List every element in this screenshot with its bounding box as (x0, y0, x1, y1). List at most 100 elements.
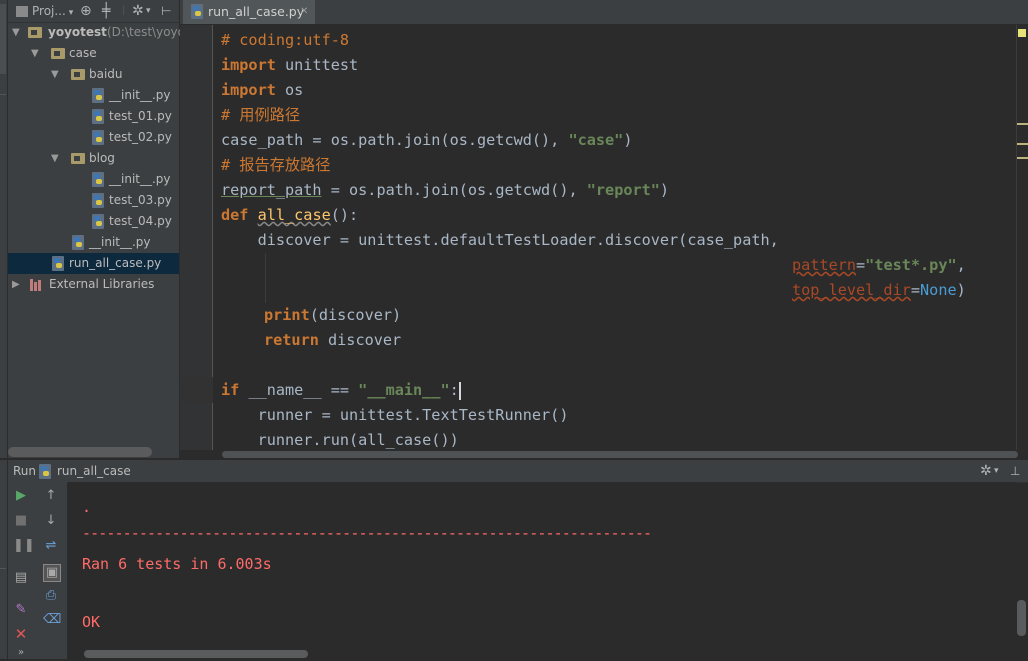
code-line-15: runner = unittest.TextTestRunner() (221, 406, 569, 424)
tree-file-run-all-case[interactable]: run_all_case.py (8, 253, 179, 274)
none-literal: None (920, 281, 957, 299)
tab-run-all-case[interactable]: run_all_case.py ✕ (183, 0, 315, 24)
clear-all-icon[interactable]: ⌫ (43, 612, 61, 628)
error-stripe[interactable] (1016, 25, 1028, 450)
console-horizontal-scrollbar[interactable] (84, 650, 308, 658)
print-icon[interactable]: ⎙ (43, 588, 59, 604)
tree-folder-baidu[interactable]: ▼ baidu (8, 64, 179, 85)
code-line-16: runner.run(all_case()) (221, 431, 459, 449)
tree-file-test04[interactable]: test_04.py (8, 211, 179, 232)
gear-dropdown-icon[interactable]: ▾ (146, 3, 151, 19)
tree-file-test03[interactable]: test_03.py (8, 190, 179, 211)
favorites-tool-tab[interactable] (0, 568, 6, 649)
tree-file-baidu-init[interactable]: __init__.py (8, 85, 179, 106)
tree-file-blog-init[interactable]: __init__.py (8, 169, 179, 190)
tree-file-case-init[interactable]: __init__.py (8, 232, 179, 253)
warning-marker[interactable] (1017, 157, 1028, 159)
code-text: discover (318, 331, 402, 349)
code-line-5: case_path = os.path.join(os.getcwd(), "c… (221, 128, 633, 153)
warning-marker[interactable] (1017, 143, 1028, 145)
pause-icon[interactable]: ❚❚ (13, 538, 35, 554)
close-tab-icon[interactable]: ✕ (300, 0, 308, 24)
pin-icon[interactable]: ✎ (13, 602, 29, 618)
project-view-label: Proj... (32, 4, 66, 18)
settings-gear-icon[interactable]: ✲ (132, 3, 144, 19)
dropdown-arrow-icon: ▾ (65, 8, 74, 18)
string-literal: "test*.py" (865, 256, 957, 274)
soft-wrap-icon[interactable]: ⇌ (43, 538, 59, 554)
expand-arrow-icon[interactable]: ▼ (31, 43, 41, 64)
tree-external-libraries[interactable]: ▶ External Libraries (8, 274, 179, 295)
warning-marker[interactable] (1017, 123, 1028, 125)
editor-tab-bar: run_all_case.py ✕ (180, 0, 1028, 25)
run-toolbar: ▶ ■ ❚❚ ▤ ✎ ✕ » ↑ ↓ ⇌ ▣ ⎙ ⌫ (8, 482, 67, 659)
expand-arrow-icon[interactable]: ▼ (51, 64, 61, 85)
python-file-icon (52, 256, 64, 271)
code-line-9: discover = unittest.defaultTestLoader.di… (221, 231, 779, 249)
code-text: (discover) (309, 306, 402, 324)
code-text: ) (623, 131, 633, 149)
tree-folder-case[interactable]: ▼ case (8, 43, 179, 64)
python-file-icon (92, 88, 104, 103)
project-panel: Proj... ▾ ⊕ ╪ | ✲ ▾ ⊢ ▼ yoyotest (D:\tes… (8, 0, 185, 458)
python-file-icon (72, 235, 84, 250)
run-settings-gear-icon[interactable]: ✲ (980, 460, 992, 482)
code-text: case_path = os.path.join(os.getcwd(), (221, 131, 569, 149)
tree-item-label: __init__.py (109, 88, 171, 102)
stop-icon[interactable]: ■ (13, 513, 29, 529)
run-config-tab[interactable]: run_all_case (57, 460, 131, 482)
scroll-to-end-icon[interactable]: ▣ (43, 564, 61, 582)
code-line-1: # coding:utf-8 (221, 31, 350, 49)
output-separator: ----------------------------------------… (82, 524, 652, 542)
folder-icon (71, 153, 85, 164)
python-file-icon (191, 4, 203, 19)
structure-tool-tab[interactable] (0, 94, 6, 165)
layout-icon[interactable]: ▤ (13, 570, 29, 586)
code-text: unittest (275, 56, 359, 74)
collapse-arrow-icon[interactable]: ▶ (12, 274, 22, 295)
code-line-4: # 用例路径 (221, 106, 301, 124)
string-literal: "report" (586, 181, 660, 199)
console-vertical-scrollbar[interactable] (1017, 600, 1026, 636)
expand-arrow-icon[interactable]: ▼ (51, 148, 61, 169)
python-file-icon (92, 130, 104, 145)
code-line-7: report_path = os.path.join(os.getcwd(), … (221, 178, 669, 203)
down-arrow-icon[interactable]: ↓ (43, 513, 59, 529)
scroll-from-source-icon[interactable]: ⊕ (80, 3, 92, 19)
tree-file-test02[interactable]: test_02.py (8, 127, 179, 148)
code-line-8: def all_case(): (221, 203, 358, 228)
python-file-icon (92, 214, 104, 229)
code-line-10: pattern="test*.py", (792, 253, 966, 278)
code-editor[interactable]: # coding:utf-8 import unittest import os… (213, 25, 1016, 450)
run-console-output[interactable]: . --------------------------------------… (68, 482, 1016, 659)
inspection-status-icon[interactable] (1018, 29, 1026, 37)
code-text: = (910, 281, 921, 299)
left-tool-strip (0, 0, 8, 659)
tree-item-label: case (69, 46, 97, 60)
collapse-all-icon[interactable]: ╪ (102, 3, 110, 19)
keyword: if (221, 381, 240, 399)
code-text: os (275, 81, 304, 99)
expand-arrow-icon[interactable]: ▼ (12, 22, 22, 43)
project-view-selector[interactable]: Proj... ▾ (16, 3, 73, 19)
editor-horizontal-scrollbar[interactable] (222, 451, 1018, 458)
close-run-icon[interactable]: ✕ (13, 626, 29, 642)
tree-folder-blog[interactable]: ▼ blog (8, 148, 179, 169)
tree-file-test01[interactable]: test_01.py (8, 106, 179, 127)
keyword: def (221, 206, 249, 224)
up-arrow-icon[interactable]: ↑ (43, 488, 59, 504)
hide-run-panel-icon[interactable]: ⊥ (1010, 460, 1020, 482)
hide-panel-icon[interactable]: ⊢ (161, 3, 171, 19)
rerun-icon[interactable]: ▶ (13, 488, 29, 504)
indent-guide (265, 253, 266, 303)
tree-root-yoyotest[interactable]: ▼ yoyotest (D:\test\yoyo (8, 22, 185, 43)
python-run-icon (39, 464, 51, 479)
gear-dropdown-icon[interactable]: ▾ (994, 460, 999, 482)
project-tool-tab[interactable] (0, 4, 6, 74)
code-text: (): (330, 206, 359, 224)
project-horizontal-scrollbar[interactable] (8, 447, 152, 457)
variable-name: report_path (221, 181, 322, 199)
tree-item-label: test_02.py (109, 130, 172, 144)
tree-item-label: test_01.py (109, 109, 172, 123)
tree-item-label: test_04.py (109, 214, 172, 228)
